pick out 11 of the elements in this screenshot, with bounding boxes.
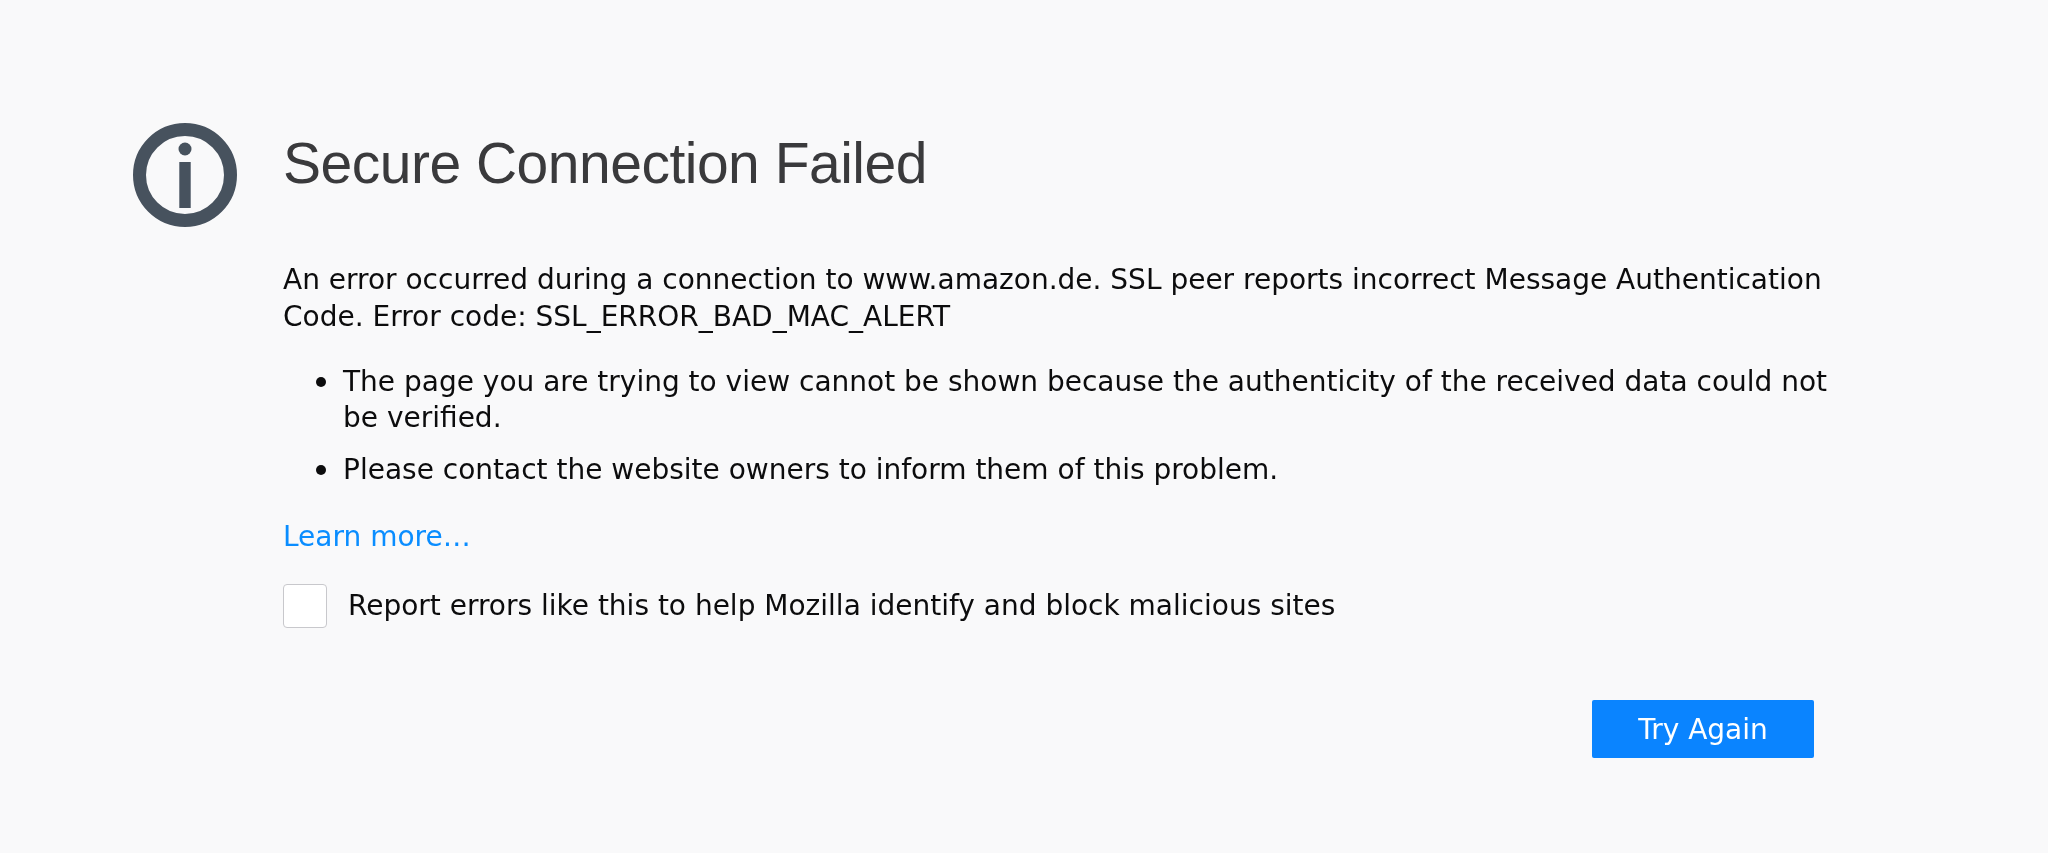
bullet-text: Please contact the website owners to inform them of this problem.	[343, 452, 1280, 488]
try-again-button[interactable]: Try Again	[1592, 700, 1814, 758]
bullet-text: The page you are trying to view cannot be shown because the authenticity of the received data could not be verified.	[343, 364, 1829, 436]
checkbox-label: Report errors like this to help Mozilla identify and block malicious sites	[348, 588, 1336, 624]
bullet-icon	[316, 377, 326, 387]
learn-more-link[interactable]: Learn more…	[283, 519, 471, 555]
bullet-icon	[316, 465, 326, 475]
report-checkbox[interactable]	[283, 584, 327, 628]
error-description: An error occurred during a connection to www.amazon.de. SSL peer reports incorrect Message Authentication Code. Error code: SSL_ERROR_BAD_MAC_ALERT	[283, 262, 1823, 335]
info-icon	[133, 123, 237, 227]
page-title: Secure Connection Failed	[283, 130, 927, 197]
